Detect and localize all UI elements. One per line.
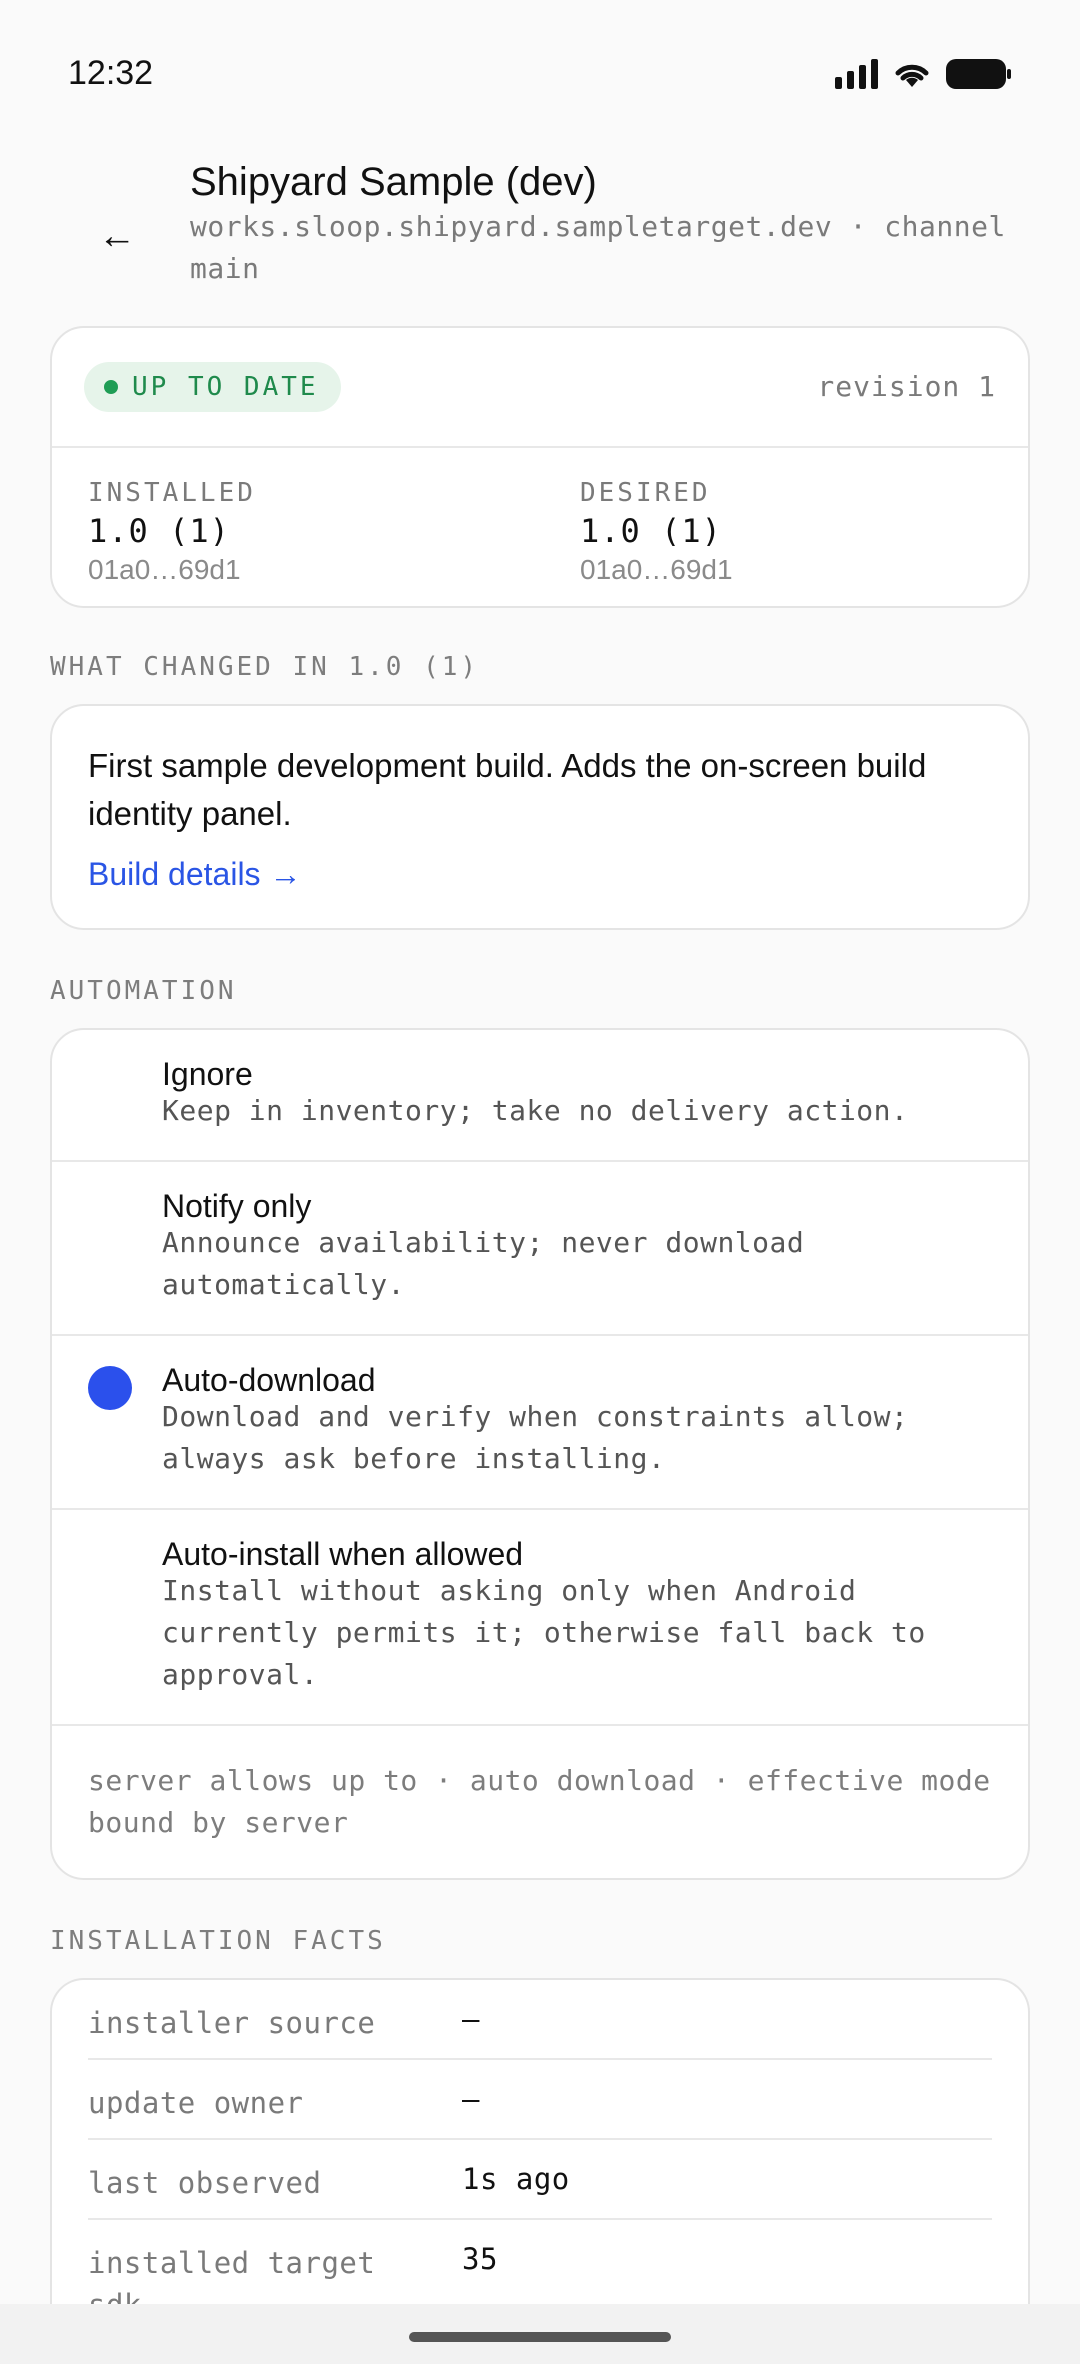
facts-section-label: INSTALLATION FACTS bbox=[50, 1926, 386, 1956]
fact-value: 35 bbox=[462, 2242, 498, 2276]
automation-card: Ignore Keep in inventory; take no delive… bbox=[50, 1028, 1030, 1880]
revision-label: revision 1 bbox=[817, 370, 996, 403]
automation-section-label: AUTOMATION bbox=[50, 976, 237, 1006]
automation-option-ignore[interactable]: Ignore Keep in inventory; take no delive… bbox=[52, 1030, 1028, 1160]
option-description: Keep in inventory; take no delivery acti… bbox=[162, 1094, 909, 1127]
back-button[interactable]: ← bbox=[98, 214, 142, 258]
fact-value: — bbox=[462, 2082, 480, 2116]
status-badge-label: UP TO DATE bbox=[132, 372, 319, 402]
installed-version-value: 1.0 (1) bbox=[88, 512, 230, 550]
fact-row: update owner — bbox=[88, 2060, 992, 2140]
battery-icon bbox=[946, 59, 1011, 89]
fact-key: installer source bbox=[88, 2006, 376, 2040]
divider bbox=[52, 1724, 1028, 1726]
automation-option-auto-install[interactable]: Auto-install when allowed Install withou… bbox=[52, 1510, 1028, 1724]
option-description: Announce availability; never download au… bbox=[162, 1226, 805, 1301]
desired-version-value: 1.0 (1) bbox=[580, 512, 722, 550]
signal-icon bbox=[835, 59, 878, 89]
build-details-link[interactable]: Build details → bbox=[88, 856, 301, 893]
status-time: 12:32 bbox=[68, 54, 154, 92]
status-badge: UP TO DATE bbox=[84, 362, 341, 412]
radio-selected-icon[interactable] bbox=[88, 1366, 132, 1410]
installed-hash: 01a0…69d1 bbox=[88, 554, 241, 585]
fact-row: installer source — bbox=[88, 1980, 992, 2060]
fact-value: 1s ago bbox=[462, 2162, 570, 2196]
status-card: UP TO DATE revision 1 INSTALLED 1.0 (1) … bbox=[50, 326, 1030, 608]
status-bar: 12:32 bbox=[0, 0, 1080, 150]
fact-value: — bbox=[462, 2002, 480, 2036]
option-description: Install without asking only when Android… bbox=[162, 1574, 926, 1691]
option-title: Auto-download bbox=[162, 1362, 376, 1398]
page-subtitle: works.sloop.shipyard.sampletarget.dev · … bbox=[190, 210, 1006, 285]
status-dot-icon bbox=[104, 380, 118, 394]
fact-key: update owner bbox=[88, 2086, 304, 2120]
desired-hash: 01a0…69d1 bbox=[580, 554, 733, 585]
option-title: Ignore bbox=[162, 1056, 253, 1092]
option-title: Notify only bbox=[162, 1188, 312, 1224]
changes-section-label: WHAT CHANGED IN 1.0 (1) bbox=[50, 652, 480, 682]
page-title: Shipyard Sample (dev) bbox=[190, 160, 597, 204]
automation-footer: server allows up to · auto download · ef… bbox=[88, 1764, 991, 1839]
home-indicator[interactable] bbox=[409, 2332, 671, 2342]
automation-option-auto-download[interactable]: Auto-download Download and verify when c… bbox=[52, 1336, 1028, 1508]
desired-version: DESIRED 1.0 (1) 01a0…69d1 bbox=[580, 478, 733, 586]
desired-label: DESIRED bbox=[580, 478, 711, 508]
option-description: Download and verify when constraints all… bbox=[162, 1400, 909, 1475]
changes-card: First sample development build. Adds the… bbox=[50, 704, 1030, 930]
installed-version: INSTALLED 1.0 (1) 01a0…69d1 bbox=[88, 478, 256, 586]
fact-key: last observed bbox=[88, 2166, 322, 2200]
status-icons bbox=[835, 58, 1012, 90]
fact-row: last observed 1s ago bbox=[88, 2140, 992, 2220]
wifi-icon bbox=[895, 64, 929, 87]
divider bbox=[52, 446, 1028, 448]
automation-option-notify-only[interactable]: Notify only Announce availability; never… bbox=[52, 1162, 1028, 1334]
changes-text: First sample development build. Adds the… bbox=[88, 747, 927, 832]
option-title: Auto-install when allowed bbox=[162, 1536, 524, 1572]
installed-label: INSTALLED bbox=[88, 478, 256, 508]
